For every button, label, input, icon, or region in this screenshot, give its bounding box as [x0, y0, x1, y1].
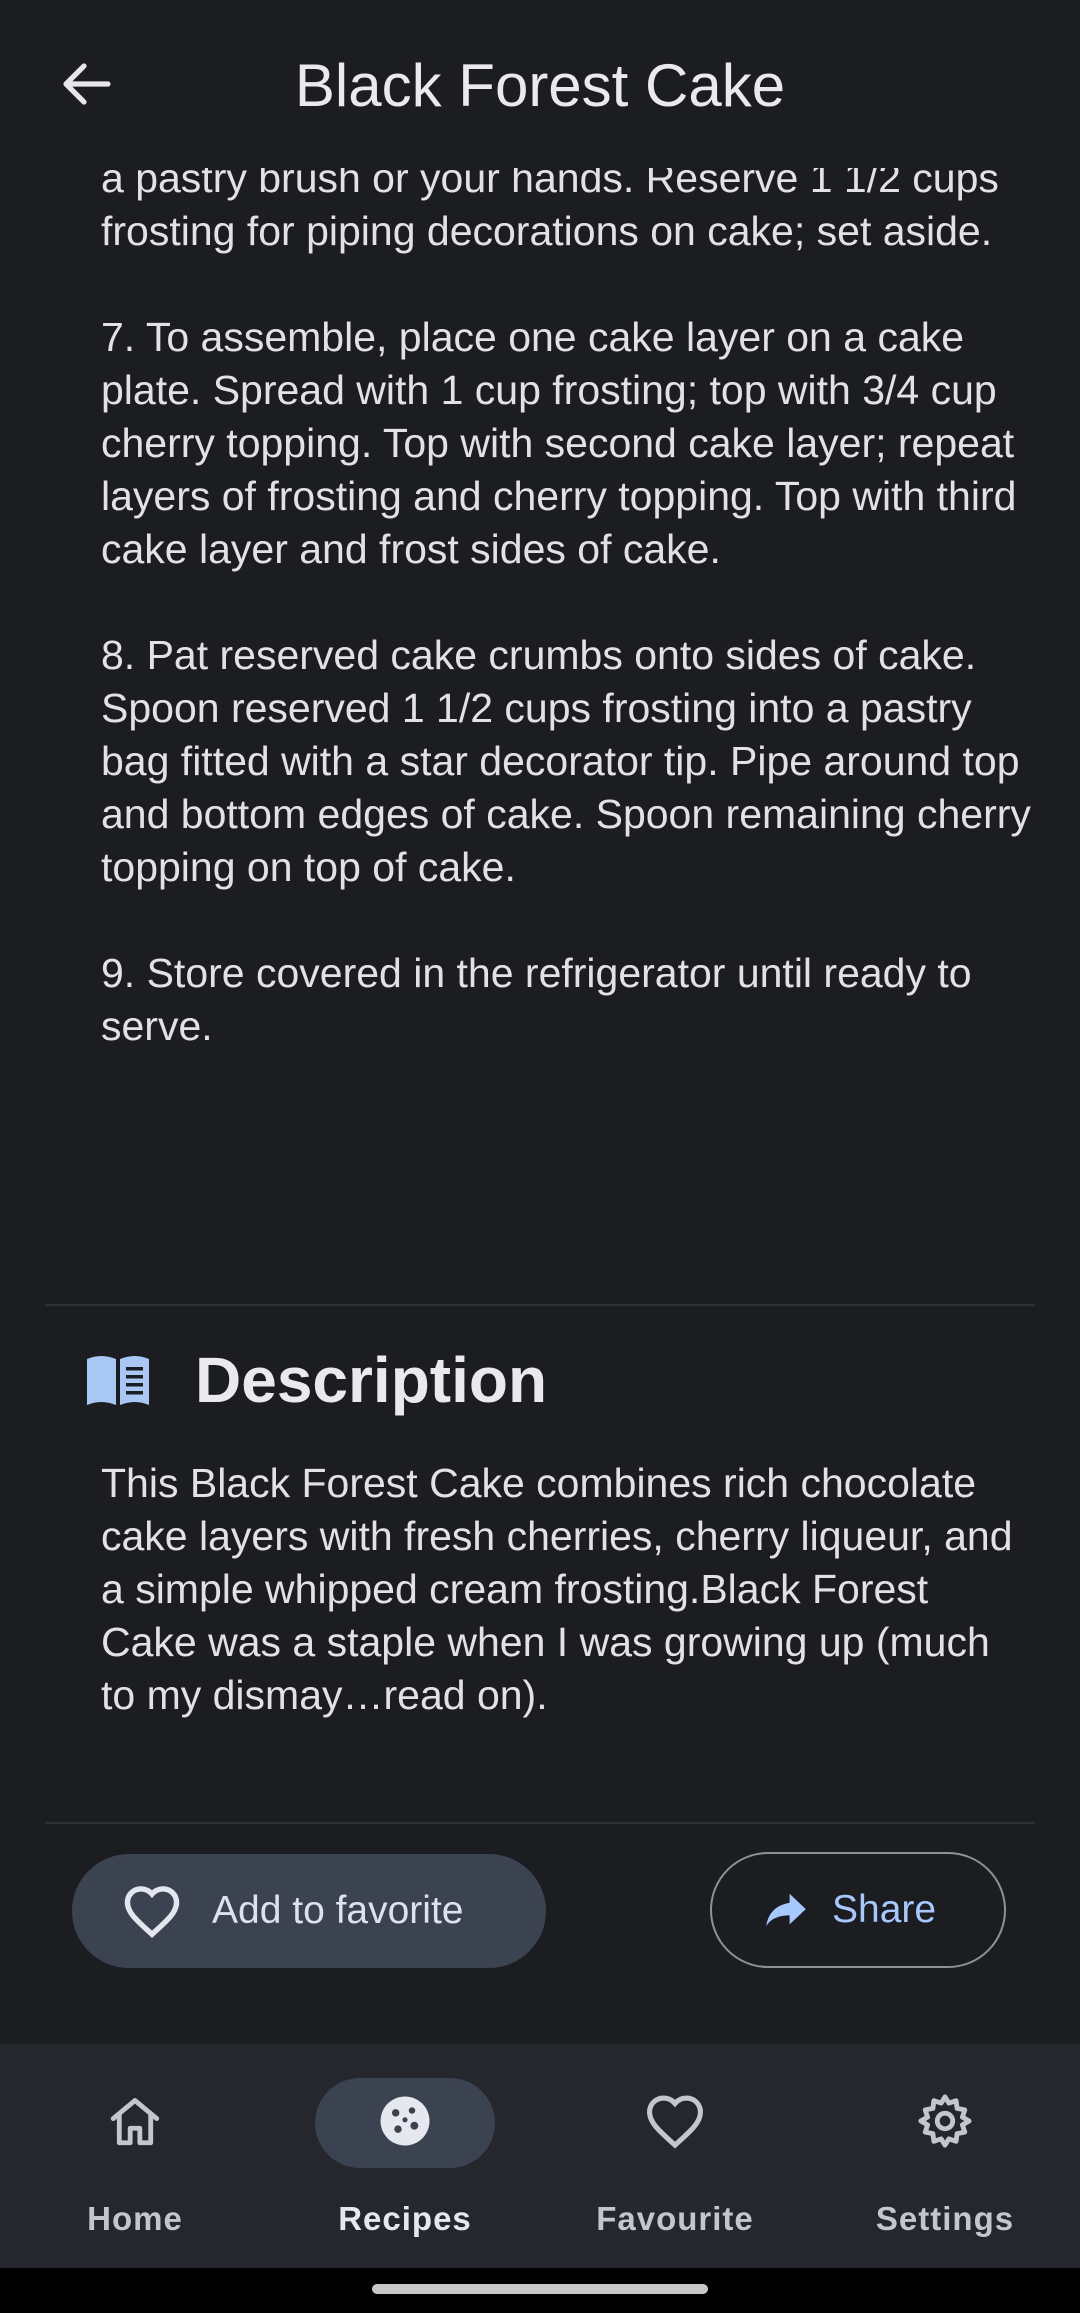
share-arrow-icon — [764, 1888, 808, 1932]
instruction-steps: a pastry brush or your hands. Reserve 1 … — [101, 152, 1031, 1106]
home-icon — [106, 2094, 164, 2153]
nav-label-recipes: Recipes — [338, 2200, 472, 2237]
instruction-step: 9. Store covered in the refrigerator unt… — [101, 950, 972, 1049]
heart-outline-icon — [643, 2093, 707, 2154]
gear-icon — [916, 2092, 974, 2155]
instruction-step: 7. To assemble, place one cake layer on … — [101, 314, 1017, 572]
menu-book-icon — [85, 1353, 151, 1407]
gesture-handle[interactable] — [372, 2284, 708, 2294]
nav-indicator — [585, 2078, 765, 2168]
top-app-bar: Black Forest Cake — [0, 0, 1080, 168]
section-divider — [45, 1822, 1035, 1824]
page-title: Black Forest Cake — [294, 52, 786, 119]
share-label: Share — [832, 1888, 937, 1931]
nav-item-recipes[interactable]: Recipes — [270, 2044, 540, 2268]
add-to-favorite-label: Add to favorite — [212, 1889, 464, 1932]
nav-label-settings: Settings — [875, 2200, 1015, 2237]
section-divider — [45, 1304, 1035, 1306]
description-title: Description — [195, 1344, 548, 1416]
system-gesture-area — [0, 2268, 1080, 2313]
nav-item-home[interactable]: Home — [0, 2044, 270, 2268]
bottom-navigation: Home Recipes Favourite Settings — [0, 2044, 1080, 2268]
nav-label-home: Home — [87, 2200, 183, 2237]
nav-item-settings[interactable]: Settings — [810, 2044, 1080, 2268]
nav-indicator-active — [315, 2078, 495, 2168]
nav-indicator — [855, 2078, 1035, 2168]
nav-indicator — [45, 2078, 225, 2168]
nav-label-favourite: Favourite — [596, 2200, 754, 2237]
instruction-step: 8. Pat reserved cake crumbs onto sides o… — [101, 632, 1031, 890]
nav-item-favourite[interactable]: Favourite — [540, 2044, 810, 2268]
cookie-icon — [377, 2093, 433, 2154]
description-header: Description — [85, 1340, 547, 1420]
description-text: This Black Forest Cake combines rich cho… — [101, 1460, 1013, 1718]
heart-outline-icon — [122, 1881, 182, 1941]
recipe-content: a pastry brush or your hands. Reserve 1 … — [0, 0, 1080, 2044]
share-button[interactable]: Share — [710, 1852, 1006, 1968]
add-to-favorite-button[interactable]: Add to favorite — [72, 1854, 546, 1968]
